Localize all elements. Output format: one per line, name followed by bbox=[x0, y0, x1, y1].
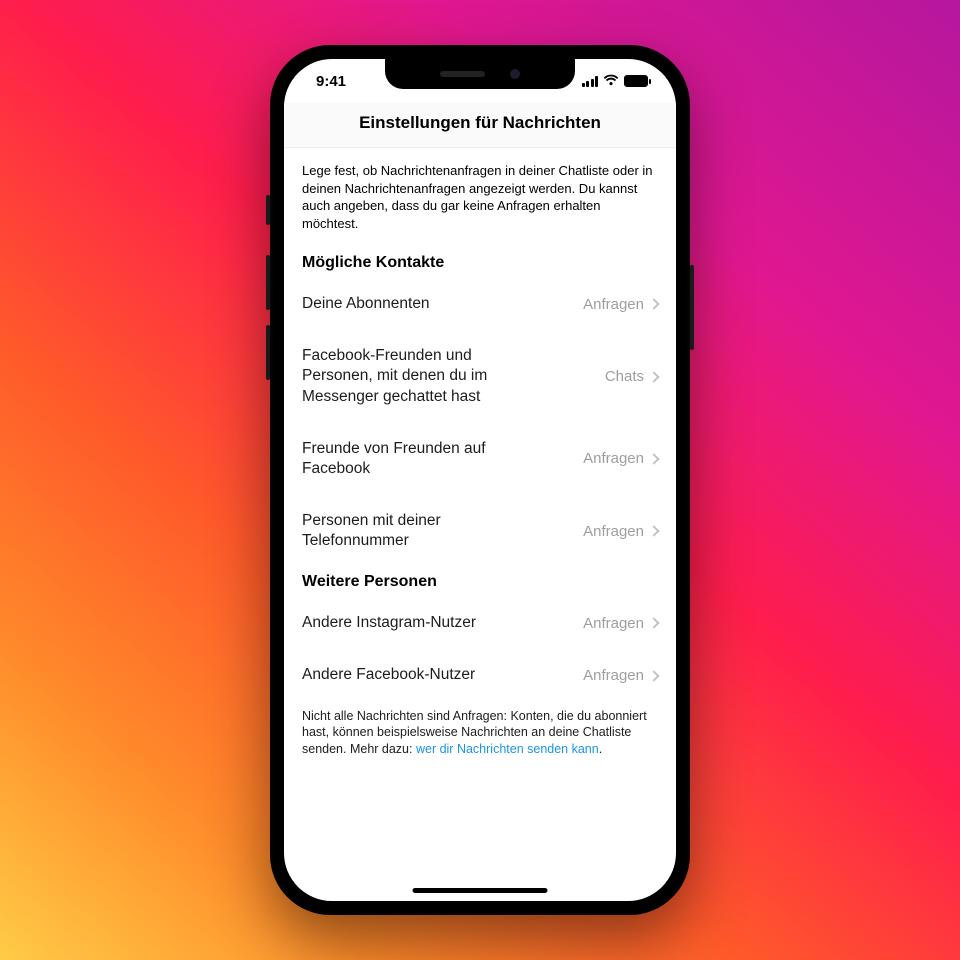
row-label: Andere Facebook-Nutzer bbox=[302, 665, 475, 685]
front-camera bbox=[510, 69, 520, 79]
row-subscribers[interactable]: Deine Abonnenten Anfragen bbox=[302, 278, 658, 330]
row-value: Anfragen bbox=[583, 296, 644, 313]
volume-up-button bbox=[266, 255, 270, 310]
chevron-right-icon bbox=[648, 670, 659, 681]
volume-down-button bbox=[266, 325, 270, 380]
intro-text: Lege fest, ob Nachrichtenanfragen in dei… bbox=[302, 162, 658, 232]
battery-icon bbox=[624, 75, 648, 87]
footer-note: Nicht alle Nachrichten sind Anfragen: Ko… bbox=[302, 708, 658, 759]
row-label: Personen mit deiner Telefonnummer bbox=[302, 511, 523, 551]
row-label: Facebook-Freunden und Personen, mit dene… bbox=[302, 346, 523, 406]
chevron-right-icon bbox=[648, 618, 659, 629]
chevron-right-icon bbox=[648, 371, 659, 382]
section-title-contacts: Mögliche Kontakte bbox=[302, 254, 658, 272]
row-friends-of-friends[interactable]: Freunde von Freunden auf Facebook Anfrag… bbox=[302, 423, 658, 495]
footer-suffix: . bbox=[599, 742, 602, 756]
mute-switch bbox=[266, 195, 270, 225]
phone-frame: 9:41 Einstellungen für Nachrichten Lege … bbox=[270, 45, 690, 915]
row-value: Anfragen bbox=[583, 523, 644, 540]
chevron-right-icon bbox=[648, 299, 659, 310]
status-indicators bbox=[582, 73, 649, 90]
screen: 9:41 Einstellungen für Nachrichten Lege … bbox=[284, 59, 676, 901]
cellular-signal-icon bbox=[582, 76, 599, 87]
row-facebook-friends[interactable]: Facebook-Freunden und Personen, mit dene… bbox=[302, 330, 658, 422]
row-label: Freunde von Freunden auf Facebook bbox=[302, 439, 523, 479]
section-title-others: Weitere Personen bbox=[302, 573, 658, 591]
row-value: Anfragen bbox=[583, 615, 644, 632]
row-value: Chats bbox=[605, 368, 644, 385]
speaker-grille bbox=[440, 71, 485, 77]
row-phone-number[interactable]: Personen mit deiner Telefonnummer Anfrag… bbox=[302, 495, 658, 567]
content-scroll[interactable]: Lege fest, ob Nachrichtenanfragen in dei… bbox=[284, 148, 676, 901]
row-label: Deine Abonnenten bbox=[302, 294, 430, 314]
footer-link[interactable]: wer dir Nachrichten senden kann bbox=[416, 742, 599, 756]
page-header: Einstellungen für Nachrichten bbox=[284, 103, 676, 148]
wifi-icon bbox=[603, 73, 619, 90]
power-button bbox=[690, 265, 694, 350]
notch bbox=[385, 59, 575, 89]
row-other-facebook[interactable]: Andere Facebook-Nutzer Anfragen bbox=[302, 649, 658, 701]
chevron-right-icon bbox=[648, 453, 659, 464]
row-other-instagram[interactable]: Andere Instagram-Nutzer Anfragen bbox=[302, 597, 658, 649]
status-time: 9:41 bbox=[316, 73, 346, 90]
row-value: Anfragen bbox=[583, 667, 644, 684]
home-indicator[interactable] bbox=[413, 888, 548, 893]
row-label: Andere Instagram-Nutzer bbox=[302, 613, 476, 633]
chevron-right-icon bbox=[648, 526, 659, 537]
row-value: Anfragen bbox=[583, 450, 644, 467]
page-title: Einstellungen für Nachrichten bbox=[300, 113, 660, 133]
